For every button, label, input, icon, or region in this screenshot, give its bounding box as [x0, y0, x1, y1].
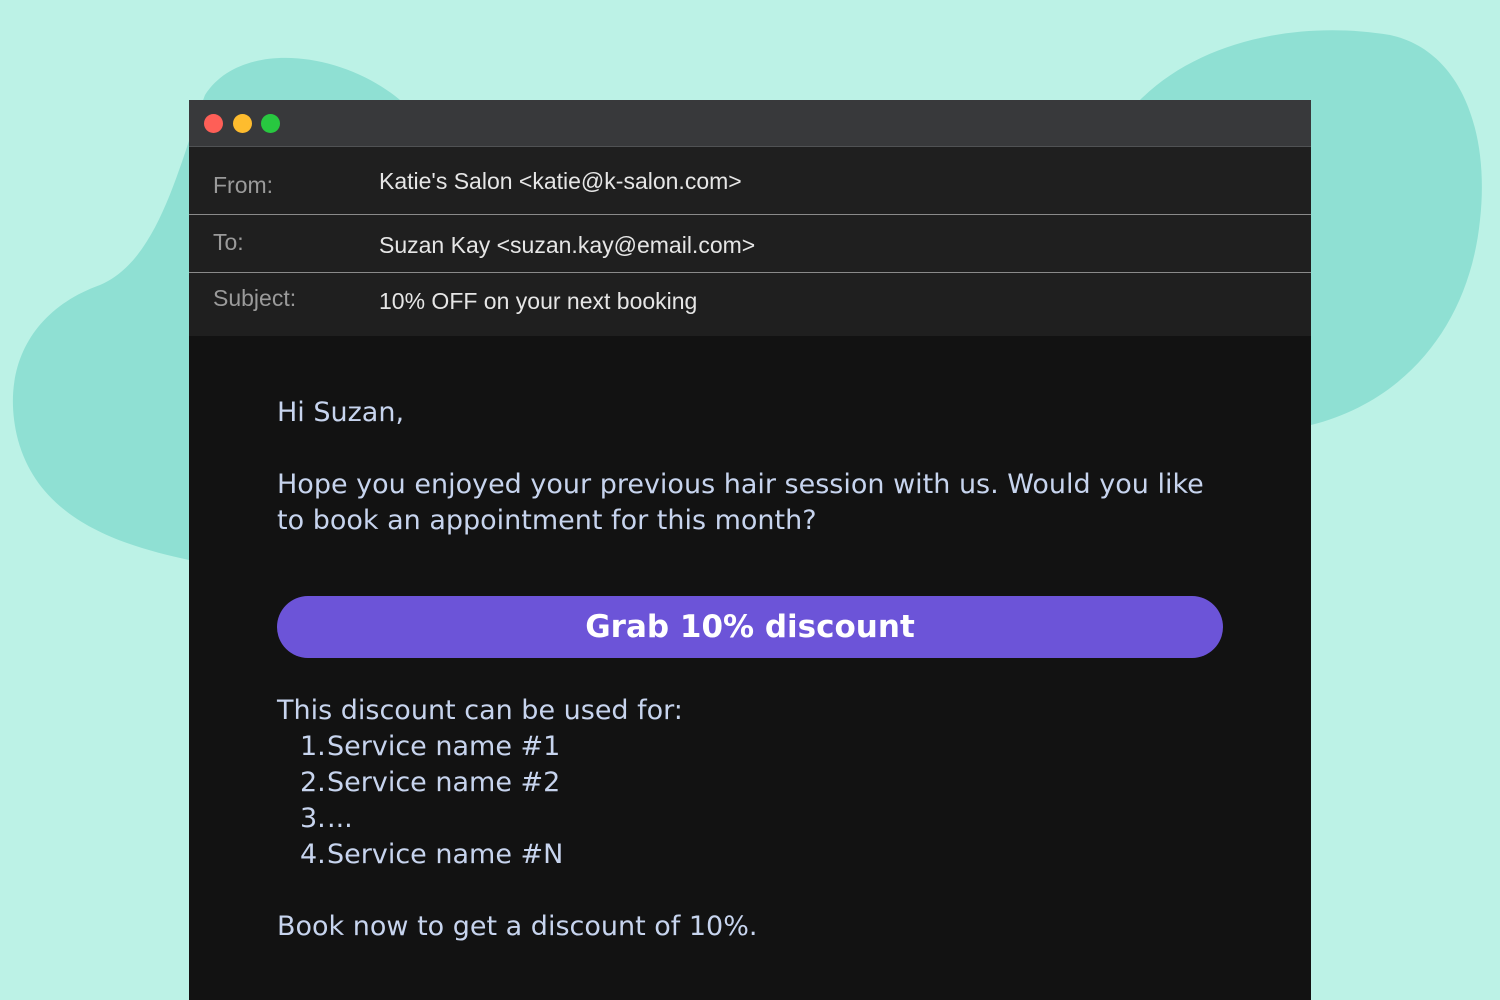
from-row: From: Katie's Salon <katie@k-salon.com> — [189, 147, 1311, 215]
closing-text: Book now to get a discount of 10%. — [277, 911, 758, 942]
title-bar — [189, 100, 1311, 147]
to-value[interactable]: Suzan Kay <suzan.kay@email.com> — [379, 232, 755, 259]
service-name: ... — [327, 803, 353, 834]
list-number: 4. — [300, 839, 326, 870]
to-row: To: Suzan Kay <suzan.kay@email.com> — [189, 215, 1311, 273]
subject-label: Subject: — [213, 285, 297, 311]
greeting-text: Hi Suzan, — [277, 397, 405, 428]
list-number: 3. — [300, 803, 326, 834]
subject-row: Subject: 10% OFF on your next booking — [189, 273, 1311, 336]
close-dot[interactable] — [204, 114, 223, 133]
service-name: Service name #1 — [327, 731, 561, 762]
grab-discount-button[interactable]: Grab 10% discount — [277, 596, 1223, 658]
list-item: 1. Service name #1 — [277, 729, 563, 765]
list-item: 2. Service name #2 — [277, 765, 563, 801]
subject-value[interactable]: 10% OFF on your next booking — [379, 288, 697, 315]
zoom-dot[interactable] — [261, 114, 280, 133]
list-item: 4. Service name #N — [277, 837, 563, 873]
email-window: From: Katie's Salon <katie@k-salon.com> … — [189, 100, 1311, 1000]
intro-paragraph: Hope you enjoyed your previous hair sess… — [277, 469, 1204, 536]
list-number: 1. — [300, 731, 326, 762]
from-value[interactable]: Katie's Salon <katie@k-salon.com> — [379, 168, 742, 195]
service-list: 1. Service name #1 2. Service name #2 3.… — [277, 729, 563, 873]
from-label: From: — [213, 172, 274, 198]
service-name: Service name #2 — [327, 767, 561, 798]
list-item: 3. ... — [277, 801, 563, 837]
minimize-dot[interactable] — [233, 114, 252, 133]
list-number: 2. — [300, 767, 326, 798]
discount-uses-heading: This discount can be used for: — [277, 695, 683, 726]
to-label: To: — [213, 229, 244, 255]
service-name: Service name #N — [327, 839, 564, 870]
